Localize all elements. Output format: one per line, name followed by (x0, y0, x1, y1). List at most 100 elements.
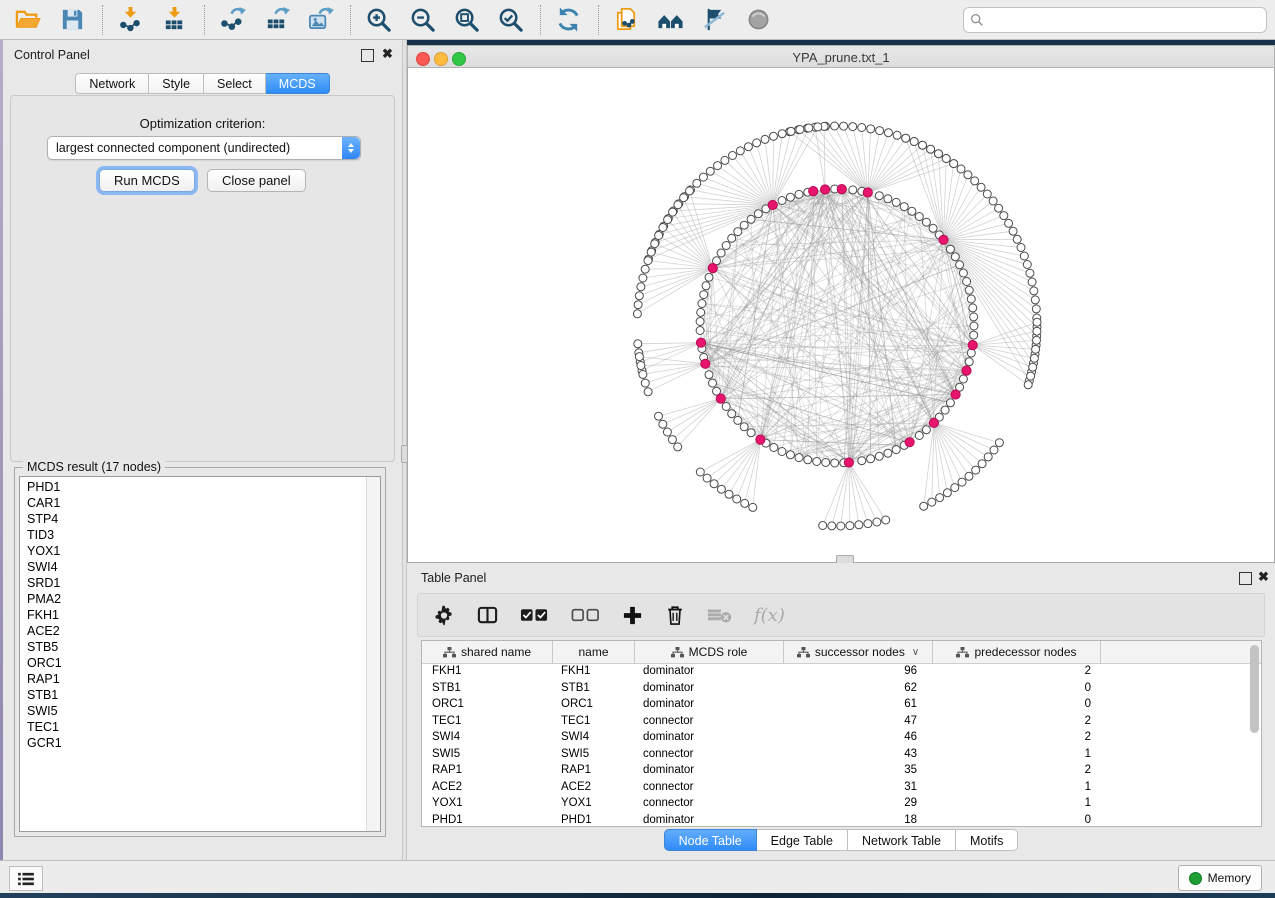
table-cell[interactable]: connector (635, 781, 784, 793)
table-cell[interactable]: 0 (933, 698, 1101, 710)
zoom-out-button[interactable] (407, 4, 441, 36)
tab-node-table[interactable]: Node Table (664, 829, 757, 851)
zoom-selected-button[interactable] (495, 4, 529, 36)
task-history-button[interactable] (9, 866, 43, 891)
table-cell[interactable]: STB1 (422, 682, 553, 694)
table-cell[interactable]: ACE2 (553, 781, 635, 793)
table-row[interactable]: PHD1PHD1dominator180 (422, 812, 1261, 827)
mcds-result-item[interactable]: ACE2 (27, 623, 367, 639)
table-cell[interactable]: TEC1 (422, 715, 553, 727)
table-scrollbar-thumb[interactable] (1250, 645, 1259, 733)
deselect-all-rows-button[interactable] (571, 602, 600, 628)
show-all-button[interactable] (743, 4, 777, 36)
table-settings-button[interactable] (434, 602, 455, 628)
table-cell[interactable]: PHD1 (422, 814, 553, 826)
table-row[interactable]: SWI5SWI5connector431 (422, 746, 1261, 763)
table-cell[interactable]: FKH1 (553, 665, 635, 677)
control-panel-close-icon[interactable]: ✖ (382, 47, 393, 60)
table-cell[interactable]: YOX1 (422, 797, 553, 809)
hide-selected-button[interactable] (699, 4, 733, 36)
table-row[interactable]: ORC1ORC1dominator610 (422, 696, 1261, 713)
table-cell[interactable]: connector (635, 715, 784, 727)
table-cell[interactable]: STB1 (553, 682, 635, 694)
run-mcds-button[interactable]: Run MCDS (99, 169, 195, 192)
table-cell[interactable]: 1 (933, 748, 1101, 760)
table-cell[interactable]: 1 (933, 781, 1101, 793)
mcds-result-item[interactable]: PHD1 (27, 479, 367, 495)
table-cell[interactable]: dominator (635, 814, 784, 826)
table-cell[interactable]: 0 (933, 682, 1101, 694)
table-cell[interactable]: 29 (784, 797, 933, 809)
first-neighbors-button[interactable] (655, 4, 689, 36)
table-cell[interactable]: SWI5 (422, 748, 553, 760)
table-cell[interactable]: FKH1 (422, 665, 553, 677)
table-cell[interactable]: TEC1 (553, 715, 635, 727)
mcds-result-item[interactable]: RAP1 (27, 671, 367, 687)
table-cell[interactable]: 61 (784, 698, 933, 710)
table-cell[interactable]: RAP1 (422, 764, 553, 776)
table-row[interactable]: SWI4SWI4dominator462 (422, 729, 1261, 746)
mcds-result-item[interactable]: GCR1 (27, 735, 367, 751)
export-image-button[interactable] (305, 4, 339, 36)
mcds-result-item[interactable]: TID3 (27, 527, 367, 543)
memory-button[interactable]: Memory (1178, 865, 1262, 891)
save-session-button[interactable] (57, 4, 91, 36)
show-columns-button[interactable] (477, 602, 498, 628)
table-row[interactable]: STB1STB1dominator620 (422, 680, 1261, 697)
column-header-successor-nodes[interactable]: successor nodes∨ (784, 641, 933, 663)
column-header-predecessor-nodes[interactable]: predecessor nodes (933, 641, 1101, 663)
mcds-list-scrollbar[interactable] (366, 477, 380, 831)
table-cell[interactable]: 43 (784, 748, 933, 760)
table-panel-close-icon[interactable]: ✖ (1258, 570, 1269, 583)
tab-mcds[interactable]: MCDS (266, 73, 330, 94)
table-cell[interactable]: ORC1 (553, 698, 635, 710)
table-cell[interactable]: 1 (933, 797, 1101, 809)
table-cell[interactable]: 2 (933, 715, 1101, 727)
new-network-from-selection-button[interactable] (611, 4, 645, 36)
control-panel-float-icon[interactable] (361, 49, 374, 62)
table-cell[interactable]: dominator (635, 764, 784, 776)
table-cell[interactable]: 2 (933, 731, 1101, 743)
table-cell[interactable]: connector (635, 748, 784, 760)
table-cell[interactable]: SWI4 (553, 731, 635, 743)
search-box[interactable] (963, 7, 1267, 33)
tab-style[interactable]: Style (149, 73, 204, 94)
table-cell[interactable]: 18 (784, 814, 933, 826)
table-cell[interactable]: SWI4 (422, 731, 553, 743)
table-panel-float-icon[interactable] (1239, 572, 1252, 585)
refresh-layout-button[interactable] (553, 4, 587, 36)
table-row[interactable]: YOX1YOX1connector291 (422, 795, 1261, 812)
network-graph[interactable] (408, 68, 1274, 561)
table-cell[interactable]: dominator (635, 682, 784, 694)
table-cell[interactable]: 62 (784, 682, 933, 694)
search-input[interactable] (988, 12, 1260, 28)
tab-select[interactable]: Select (204, 73, 266, 94)
tab-network-table[interactable]: Network Table (848, 829, 956, 851)
mcds-result-item[interactable]: FKH1 (27, 607, 367, 623)
table-row[interactable]: ACE2ACE2connector311 (422, 779, 1261, 796)
import-table-button[interactable] (159, 4, 193, 36)
network-canvas[interactable] (407, 68, 1275, 563)
table-cell[interactable]: 96 (784, 665, 933, 677)
criterion-dropdown[interactable]: largest connected component (undirected) (47, 136, 361, 160)
mcds-result-item[interactable]: SRD1 (27, 575, 367, 591)
table-cell[interactable]: dominator (635, 665, 784, 677)
open-session-button[interactable] (13, 4, 47, 36)
mcds-result-item[interactable]: SWI5 (27, 703, 367, 719)
table-cell[interactable]: 46 (784, 731, 933, 743)
table-cell[interactable]: dominator (635, 698, 784, 710)
mcds-result-item[interactable]: STB1 (27, 687, 367, 703)
table-cell[interactable]: PHD1 (553, 814, 635, 826)
tab-motifs[interactable]: Motifs (956, 829, 1018, 851)
delete-button[interactable] (665, 602, 685, 628)
table-cell[interactable]: ACE2 (422, 781, 553, 793)
table-row[interactable]: TEC1TEC1connector472 (422, 713, 1261, 730)
mcds-result-item[interactable]: STB5 (27, 639, 367, 655)
mcds-result-item[interactable]: PMA2 (27, 591, 367, 607)
table-cell[interactable]: 2 (933, 665, 1101, 677)
add-button[interactable] (622, 602, 643, 628)
mcds-result-item[interactable]: ORC1 (27, 655, 367, 671)
table-cell[interactable]: ORC1 (422, 698, 553, 710)
mcds-result-item[interactable]: TEC1 (27, 719, 367, 735)
tab-edge-table[interactable]: Edge Table (757, 829, 848, 851)
